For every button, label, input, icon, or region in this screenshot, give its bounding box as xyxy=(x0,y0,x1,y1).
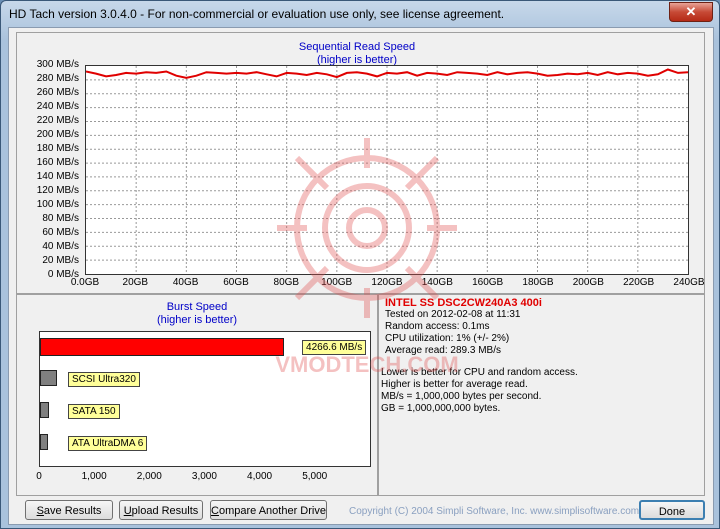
y-tick-label: 100 MB/s xyxy=(36,199,79,210)
y-tick-label: 180 MB/s xyxy=(36,143,79,154)
y-tick-label: 160 MB/s xyxy=(36,157,79,168)
note-mbs-definition: MB/s = 1,000,000 bytes per second. xyxy=(381,391,542,402)
client-area: Sequential Read Speed (higher is better)… xyxy=(8,27,714,525)
y-tick-label: 80 MB/s xyxy=(42,213,79,224)
sequential-chart-title: Sequential Read Speed xyxy=(298,41,416,53)
done-button[interactable]: Done xyxy=(639,500,705,520)
x-tick-label: 220GB xyxy=(623,277,655,288)
y-tick-label: 120 MB/s xyxy=(36,185,79,196)
mnemonic-letter: U xyxy=(123,505,132,517)
x-tick-label: 120GB xyxy=(371,277,403,288)
y-tick-label: 200 MB/s xyxy=(36,129,79,140)
y-tick-label: 300 MB/s xyxy=(36,59,79,70)
x-tick-label: 200GB xyxy=(572,277,604,288)
note-lower-better: Lower is better for CPU and random acces… xyxy=(381,367,578,378)
x-tick-label: 140GB xyxy=(421,277,453,288)
save-results-button[interactable]: Save Results xyxy=(25,500,113,520)
y-tick-label: 220 MB/s xyxy=(36,115,79,126)
burst-bar xyxy=(40,434,48,450)
info-random-access: Random access: 0.1ms xyxy=(385,321,490,332)
info-average-read: Average read: 289.3 MB/s xyxy=(385,345,501,356)
burst-bar xyxy=(40,402,49,418)
x-tick-label: 160GB xyxy=(472,277,504,288)
mnemonic-letter: S xyxy=(36,505,44,517)
y-tick-label: 280 MB/s xyxy=(36,73,79,84)
x-tick-label: 240GB xyxy=(673,277,705,288)
mnemonic-letter: C xyxy=(211,505,219,517)
y-tick-label: 140 MB/s xyxy=(36,171,79,182)
y-tick-label: 60 MB/s xyxy=(42,227,79,238)
burst-plot-area: 4266.6 MB/s SCSI Ultra320 SATA 150 ATA Ultr… xyxy=(39,331,371,467)
burst-bar xyxy=(40,338,285,356)
burst-speed-panel: Burst Speed (higher is better) 4266.6 MB… xyxy=(16,294,378,496)
compare-another-drive-button[interactable]: Compare Another Drive xyxy=(210,500,327,520)
y-tick-label: 260 MB/s xyxy=(36,87,79,98)
x-tick-label: 20GB xyxy=(122,277,149,288)
x-tick-label: 40GB xyxy=(172,277,199,288)
drive-name: INTEL SS DSC2CW240A3 400i xyxy=(385,297,542,309)
x-tick-label: 80GB xyxy=(273,277,300,288)
sequential-plot-area xyxy=(85,65,689,275)
burst-x-tick-label: 0 xyxy=(36,471,42,482)
copyright-text[interactable]: Copyright (C) 2004 Simpli Software, Inc.… xyxy=(349,506,639,517)
sequential-line-chart xyxy=(85,66,689,274)
title-bar[interactable]: HD Tach version 3.0.4.0 - For non-commer… xyxy=(1,1,719,27)
note-gb-definition: GB = 1,000,000,000 bytes. xyxy=(381,403,501,414)
x-tick-label: 100GB xyxy=(321,277,353,288)
y-tick-label: 20 MB/s xyxy=(42,255,79,266)
y-tick-label: 240 MB/s xyxy=(36,101,79,112)
drive-info-panel: INTEL SS DSC2CW240A3 400i Tested on 2012… xyxy=(378,294,705,496)
x-tick-label: 180GB xyxy=(522,277,554,288)
sequential-read-panel: Sequential Read Speed (higher is better)… xyxy=(16,32,705,294)
burst-bar-label: ATA UltraDMA 6 xyxy=(68,436,148,451)
burst-x-tick-label: 1,000 xyxy=(81,471,107,482)
burst-x-tick-label: 2,000 xyxy=(136,471,162,482)
burst-bar-label: SATA 150 xyxy=(68,404,120,419)
info-tested: Tested on 2012-02-08 at 11:31 xyxy=(385,309,521,320)
window-title: HD Tach version 3.0.4.0 - For non-commer… xyxy=(9,7,505,21)
upload-results-button[interactable]: Upload Results xyxy=(119,500,203,520)
burst-x-tick-label: 5,000 xyxy=(302,471,328,482)
y-tick-label: 40 MB/s xyxy=(42,241,79,252)
x-tick-label: 60GB xyxy=(223,277,249,288)
burst-bar xyxy=(40,370,58,386)
burst-x-tick-label: 4,000 xyxy=(247,471,273,482)
x-tick-label: 0.0GB xyxy=(70,277,100,288)
burst-chart-title: Burst Speed xyxy=(166,301,228,313)
burst-x-tick-label: 3,000 xyxy=(191,471,217,482)
app-window: HD Tach version 3.0.4.0 - For non-commer… xyxy=(0,0,720,529)
note-higher-better: Higher is better for average read. xyxy=(381,379,528,390)
info-cpu-utilization: CPU utilization: 1% (+/- 2%) xyxy=(385,333,510,344)
close-button[interactable]: ✕ xyxy=(669,2,713,22)
burst-bar-label: SCSI Ultra320 xyxy=(68,372,140,387)
burst-chart-subtitle: (higher is better) xyxy=(156,314,238,326)
burst-bar-label: 4266.6 MB/s xyxy=(302,340,367,355)
